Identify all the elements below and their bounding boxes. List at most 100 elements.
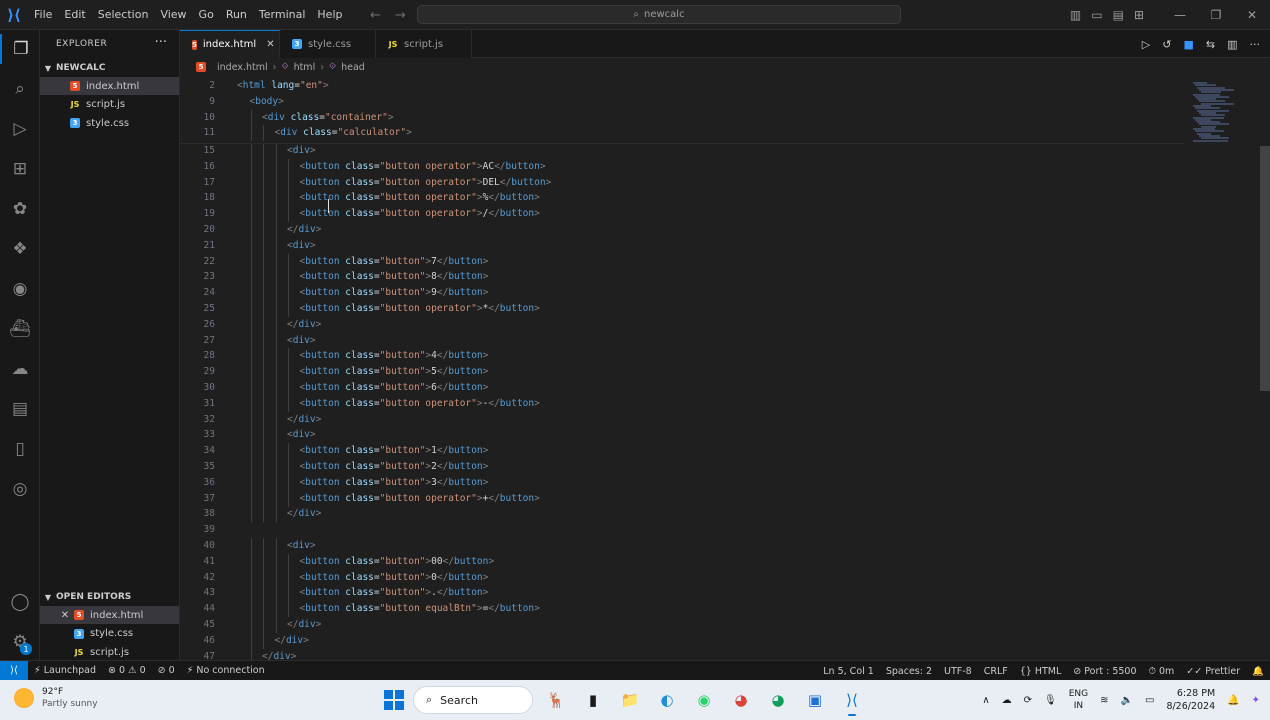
remote-explorer-icon[interactable]: ☁ <box>0 354 40 384</box>
more-actions-icon[interactable]: ··· <box>155 35 167 50</box>
open-editors-header[interactable]: ▼ OPEN EDITORS <box>40 588 180 606</box>
breadcrumb-html[interactable]: html <box>294 62 316 73</box>
toggle-secondary-sidebar-icon[interactable]: ▤ <box>1113 8 1124 22</box>
cursor-position[interactable]: Ln 5, Col 1 <box>817 666 880 677</box>
menu-terminal[interactable]: Terminal <box>253 0 312 30</box>
json-icon[interactable]: ◉ <box>0 274 40 304</box>
sync-icon[interactable]: ⟳ <box>1024 695 1032 706</box>
timeline-icon[interactable]: ↺ <box>1162 38 1171 51</box>
project-folder-header[interactable]: ▼ NEWCALC <box>40 59 180 77</box>
run-icon[interactable]: ▷ <box>1142 38 1150 51</box>
tab-style-css[interactable]: 3 style.css <box>280 30 376 58</box>
tab-script-js[interactable]: JS script.js <box>376 30 472 58</box>
chrome-icon[interactable]: ◕ <box>727 686 755 714</box>
live-server-port[interactable]: ⊘ Port : 5500 <box>1067 666 1142 677</box>
run-debug-icon[interactable]: ▷ <box>0 114 40 144</box>
explorer-file-item[interactable]: JS script.js <box>40 96 179 114</box>
windows-start-icon[interactable] <box>384 690 404 710</box>
accounts-icon[interactable]: ◯ <box>0 587 40 617</box>
open-editor-item[interactable]: JS script.js <box>40 643 179 661</box>
end-of-line[interactable]: CRLF <box>978 666 1014 677</box>
menu-help[interactable]: Help <box>311 0 348 30</box>
menu-edit[interactable]: Edit <box>58 0 91 30</box>
device-icon[interactable]: ▯ <box>0 434 40 464</box>
notification-bell-icon[interactable]: 🔔 <box>1227 695 1239 706</box>
scrollbar[interactable] <box>1260 76 1270 660</box>
explorer-file-item[interactable]: 5 index.html <box>40 77 179 95</box>
menu-file[interactable]: File <box>28 0 58 30</box>
volume-icon[interactable]: 🔈 <box>1121 695 1133 706</box>
encoding[interactable]: UTF-8 <box>938 666 978 677</box>
open-editor-item[interactable]: ✕ 5 index.html <box>40 606 179 624</box>
clock[interactable]: 6:28 PM 8/26/2024 <box>1166 687 1215 713</box>
command-center-search[interactable]: ⌕ newcalc <box>417 5 901 24</box>
time: 6:28 PM <box>1176 688 1216 699</box>
taskbar-search[interactable]: ⌕ Search <box>413 686 533 714</box>
paw-icon[interactable]: ✿ <box>0 194 40 224</box>
git-graph-icon[interactable]: ◎ <box>0 474 40 504</box>
weather-widget[interactable]: 92°F Partly sunny <box>14 686 98 710</box>
close-window-button[interactable]: ✕ <box>1234 0 1270 30</box>
launchpad-item[interactable]: ⚡ Launchpad <box>28 665 102 676</box>
remote-indicator-icon[interactable]: ⟩⟨ <box>0 660 28 681</box>
figma-icon[interactable]: ❖ <box>0 234 40 264</box>
language-mode[interactable]: {} HTML <box>1014 666 1068 677</box>
timer-item[interactable]: ⏱ 0m <box>1143 666 1181 677</box>
tabs-icon[interactable]: ▤ <box>0 394 40 424</box>
code-editor[interactable]: 2 <html lang="en"> 9 <body> 10 <div class="co… <box>180 76 1270 660</box>
code-token: </ <box>436 476 449 488</box>
customize-layout-icon[interactable]: ⊞ <box>1134 8 1144 22</box>
indentation[interactable]: Spaces: 2 <box>880 666 938 677</box>
minimize-button[interactable]: — <box>1162 0 1198 30</box>
minimap[interactable] <box>1185 76 1260 660</box>
back-arrow-icon[interactable]: ← <box>370 8 381 23</box>
menu-view[interactable]: View <box>154 0 192 30</box>
menu-run[interactable]: Run <box>220 0 253 30</box>
toggle-sidebar-icon[interactable]: ▥ <box>1070 8 1081 22</box>
vscode-taskbar-icon[interactable]: ⟩⟨ <box>838 686 866 716</box>
microphone-icon[interactable]: 🎙 <box>1044 695 1057 706</box>
task-view-icon[interactable]: ▮ <box>579 686 607 714</box>
onedrive-icon[interactable]: ☁ <box>1002 695 1012 706</box>
toggle-panel-icon[interactable]: ▭ <box>1091 8 1102 22</box>
menu-go[interactable]: Go <box>193 0 220 30</box>
close-icon[interactable]: ✕ <box>266 39 274 50</box>
forward-arrow-icon[interactable]: → <box>395 8 406 23</box>
ports-item[interactable]: ⊘ 0 <box>152 665 181 676</box>
notifications-bell-icon[interactable]: 🔔 <box>1246 666 1270 677</box>
menu-selection[interactable]: Selection <box>92 0 155 30</box>
search-activity-icon[interactable]: ⌕ <box>0 74 40 104</box>
indent-guide <box>288 174 289 191</box>
notepad-icon[interactable]: ▣ <box>801 686 829 714</box>
open-changes-icon[interactable]: ⇆ <box>1206 38 1215 51</box>
code-token: "button" <box>379 271 426 283</box>
deer-widget-icon[interactable]: 🦌 <box>542 686 570 714</box>
docker-icon[interactable]: ⛴ <box>0 314 40 344</box>
battery-icon[interactable]: ▭ <box>1145 695 1154 706</box>
problems-item[interactable]: ⊗ 0 ⚠ 0 <box>102 665 152 676</box>
open-editor-item[interactable]: 3 style.css <box>40 625 179 643</box>
settings-gear-icon[interactable]: ⚙ 1 <box>0 627 40 657</box>
live-preview-icon[interactable]: ■ <box>1183 38 1193 51</box>
more-editor-actions-icon[interactable]: ··· <box>1250 38 1261 51</box>
show-hidden-icons-icon[interactable]: ∧ <box>982 695 989 706</box>
explorer-icon[interactable]: ❐ <box>0 34 40 64</box>
extensions-icon[interactable]: ⊞ <box>0 154 40 184</box>
edge-browser-icon[interactable]: ◐ <box>653 686 681 714</box>
wifi-icon[interactable]: ≋ <box>1100 695 1108 706</box>
tab-index-html[interactable]: 5 index.html ✕ <box>180 30 280 58</box>
breadcrumb-file[interactable]: index.html <box>217 62 268 73</box>
split-editor-icon[interactable]: ▥ <box>1227 38 1237 51</box>
breadcrumb-head[interactable]: head <box>341 62 365 73</box>
explorer-file-item[interactable]: 3 style.css <box>40 114 179 132</box>
prettier-item[interactable]: ✓✓ Prettier <box>1180 666 1246 677</box>
chrome-profile-icon[interactable]: ◕ <box>764 686 792 714</box>
scrollbar-thumb[interactable] <box>1260 146 1270 391</box>
whatsapp-icon[interactable]: ◉ <box>690 686 718 714</box>
connection-item[interactable]: ⚡ No connection <box>181 665 271 676</box>
language-indicator[interactable]: ENG IN <box>1069 688 1088 712</box>
file-explorer-icon[interactable]: 📁 <box>616 686 644 714</box>
close-icon[interactable]: ✕ <box>58 610 72 621</box>
restore-button[interactable]: ❐ <box>1198 0 1234 30</box>
copilot-icon[interactable]: ✦ <box>1252 695 1260 706</box>
